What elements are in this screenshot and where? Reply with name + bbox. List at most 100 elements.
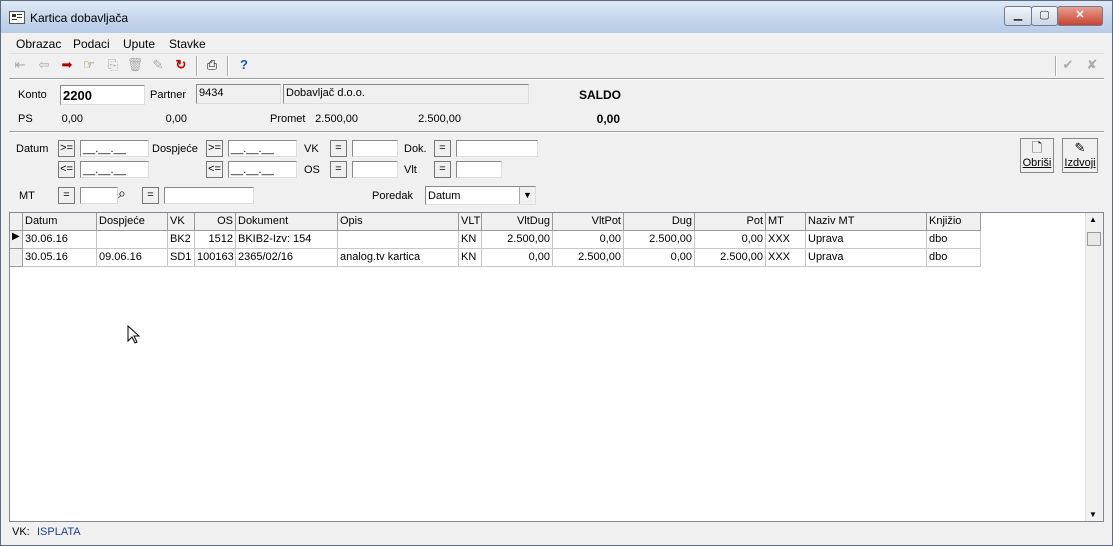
cell-mt[interactable]: XXX <box>766 249 806 267</box>
scrollbar-thumb[interactable] <box>1087 232 1101 246</box>
cell-pot[interactable]: 0,00 <box>695 231 766 249</box>
column-header-mt[interactable]: MT <box>766 213 806 231</box>
dok-filter-input[interactable] <box>456 140 538 157</box>
data-grid[interactable]: Datum Dospjeće VK OS Dokument Opis VLT V… <box>9 212 1104 522</box>
minimize-button[interactable]: ▁ <box>1004 6 1032 26</box>
first-record-icon[interactable]: ⇤ <box>11 56 29 74</box>
next-record-icon[interactable]: ➡ <box>58 56 76 74</box>
cell-dospijece[interactable]: 09.06.16 <box>97 249 168 267</box>
cell-dokument[interactable]: 2365/02/16 <box>236 249 338 267</box>
menu-podaci[interactable]: Podaci <box>73 37 110 51</box>
cell-vltpot[interactable]: 0,00 <box>553 231 624 249</box>
cell-naziv-mt[interactable]: Uprava <box>806 249 927 267</box>
datum-le-button[interactable]: <= <box>58 161 75 178</box>
edit-icon[interactable]: ✎ <box>149 56 167 74</box>
column-header-vlt[interactable]: VLT <box>459 213 482 231</box>
cell-dokument[interactable]: BKIB2-Izv: 154 <box>236 231 338 249</box>
cell-datum[interactable]: 30.06.16 <box>23 231 97 249</box>
cell-vlt[interactable]: KN <box>459 249 482 267</box>
column-header-datum[interactable]: Datum <box>23 213 97 231</box>
column-header-vk[interactable]: VK <box>168 213 195 231</box>
scroll-up-icon[interactable]: ▲ <box>1089 215 1097 224</box>
table-row[interactable]: ▶ 30.06.16 BK2 1512 BKIB2-Izv: 154 KN 2.… <box>10 231 981 249</box>
cell-dug[interactable]: 2.500,00 <box>624 231 695 249</box>
obrisi-label: Obriši <box>1022 157 1052 169</box>
chevron-down-icon[interactable]: ▼ <box>519 187 535 204</box>
vlt-eq-button[interactable]: = <box>434 161 451 178</box>
column-header-naziv-mt[interactable]: Naziv MT <box>806 213 927 231</box>
cell-dug[interactable]: 0,00 <box>624 249 695 267</box>
column-header-os[interactable]: OS <box>195 213 236 231</box>
column-header-dospijece[interactable]: Dospjeće <box>97 213 168 231</box>
cell-vk[interactable]: SD1 <box>168 249 195 267</box>
print-icon[interactable]: ⎙ <box>203 56 221 74</box>
cell-opis[interactable]: analog.tv kartica <box>338 249 459 267</box>
toolbar-separator <box>227 56 229 76</box>
last-record-icon[interactable]: ☞ <box>80 56 98 74</box>
vertical-scrollbar[interactable]: ▲ ▼ <box>1085 213 1103 521</box>
cell-knjizio[interactable]: dbo <box>927 231 981 249</box>
cell-vltdug[interactable]: 2.500,00 <box>482 231 553 249</box>
cell-vltpot[interactable]: 2.500,00 <box>553 249 624 267</box>
maximize-button[interactable]: ▢ <box>1031 6 1058 26</box>
cell-vk[interactable]: BK2 <box>168 231 195 249</box>
dok-eq-button[interactable]: = <box>434 140 451 157</box>
cell-opis[interactable] <box>338 231 459 249</box>
vk-eq-button[interactable]: = <box>330 140 347 157</box>
previous-record-icon[interactable]: ⇦ <box>35 56 53 74</box>
column-header-dug[interactable]: Dug <box>624 213 695 231</box>
menu-stavke[interactable]: Stavke <box>169 37 206 51</box>
dospijece-from-input[interactable]: __.__.__ <box>228 140 297 157</box>
refresh-icon[interactable]: ↻ <box>172 56 190 74</box>
partner-id-field[interactable]: 9434 <box>196 84 281 104</box>
title-bar[interactable]: Kartica dobavljača ▁ ▢ ✕ <box>1 1 1112 33</box>
cell-datum[interactable]: 30.05.16 <box>23 249 97 267</box>
status-vk-label: VK: <box>12 526 30 538</box>
table-row[interactable]: 30.05.16 09.06.16 SD1 100163 2365/02/16 … <box>10 249 981 267</box>
cell-knjizio[interactable]: dbo <box>927 249 981 267</box>
delete-icon[interactable]: 🗑 <box>126 56 144 74</box>
help-icon[interactable]: ? <box>235 56 253 74</box>
datum-to-input[interactable]: __.__.__ <box>80 161 149 178</box>
main-window: Kartica dobavljača ▁ ▢ ✕ Obrazac Podaci … <box>0 0 1113 546</box>
izdvoji-button[interactable]: ✎ Izdvoji <box>1062 138 1098 173</box>
cell-dospijece[interactable] <box>97 231 168 249</box>
menu-upute[interactable]: Upute <box>123 37 155 51</box>
column-header-knjizio[interactable]: Knjižio <box>927 213 981 231</box>
mt-eq-button[interactable]: = <box>58 187 75 204</box>
cell-os[interactable]: 100163 <box>195 249 236 267</box>
dospijece-le-button[interactable]: <= <box>206 161 223 178</box>
mt-filter-input[interactable] <box>80 187 118 204</box>
column-header-dokument[interactable]: Dokument <box>236 213 338 231</box>
konto-input[interactable]: 2200 <box>60 85 145 105</box>
column-header-opis[interactable]: Opis <box>338 213 459 231</box>
close-button[interactable]: ✕ <box>1057 6 1103 26</box>
obrisi-button[interactable]: 🗋 Obriši <box>1020 138 1054 173</box>
column-header-vltpot[interactable]: VltPot <box>553 213 624 231</box>
os-filter-input[interactable] <box>352 161 398 178</box>
vlt-filter-input[interactable] <box>456 161 502 178</box>
mt-name-eq-button[interactable]: = <box>142 187 159 204</box>
datum-ge-button[interactable]: >= <box>58 140 75 157</box>
confirm-icon[interactable]: ✔ <box>1059 56 1077 74</box>
dospijece-ge-button[interactable]: >= <box>206 140 223 157</box>
mt-name-filter-input[interactable] <box>164 187 254 204</box>
cell-vlt[interactable]: KN <box>459 231 482 249</box>
vk-filter-input[interactable] <box>352 140 398 157</box>
cell-pot[interactable]: 2.500,00 <box>695 249 766 267</box>
cell-vltdug[interactable]: 0,00 <box>482 249 553 267</box>
column-header-vltdug[interactable]: VltDug <box>482 213 553 231</box>
cell-naziv-mt[interactable]: Uprava <box>806 231 927 249</box>
cancel-icon[interactable]: ✘ <box>1083 56 1101 74</box>
menu-obrazac[interactable]: Obrazac <box>16 37 61 51</box>
scroll-down-icon[interactable]: ▼ <box>1089 510 1097 519</box>
copy-icon[interactable]: ⎘ <box>104 56 122 74</box>
column-header-pot[interactable]: Pot <box>695 213 766 231</box>
os-eq-button[interactable]: = <box>330 161 347 178</box>
mt-search-icon[interactable]: ⌕ <box>118 185 126 202</box>
poredak-select[interactable]: Datum ▼ <box>425 186 536 205</box>
datum-from-input[interactable]: __.__.__ <box>80 140 149 157</box>
dospijece-to-input[interactable]: __.__.__ <box>228 161 297 178</box>
cell-mt[interactable]: XXX <box>766 231 806 249</box>
cell-os[interactable]: 1512 <box>195 231 236 249</box>
